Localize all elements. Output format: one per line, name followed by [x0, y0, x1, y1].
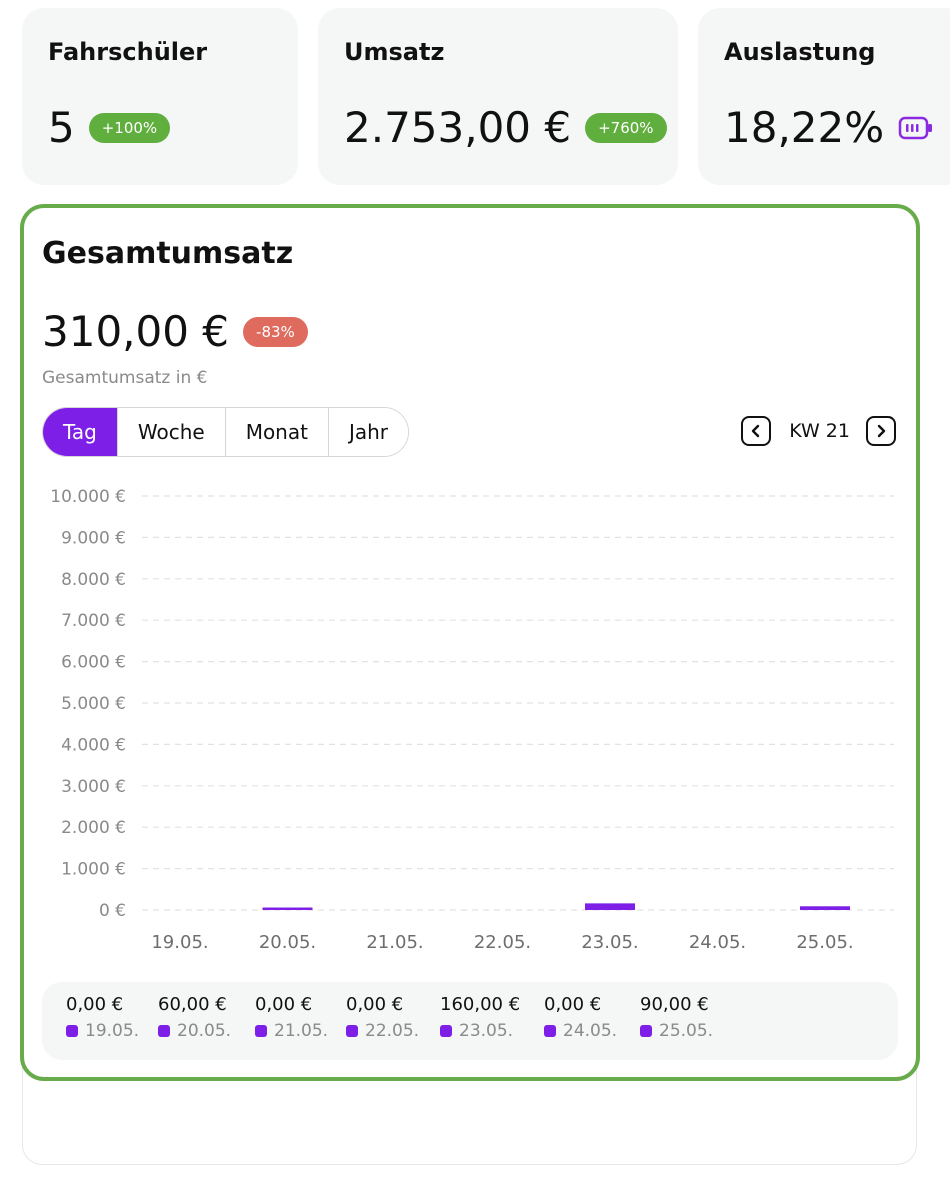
battery-icon	[898, 115, 934, 141]
y-tick-label: 5.000 €	[61, 694, 126, 714]
legend-item: 90,00 € 25.05.	[640, 994, 713, 1041]
legend-date-text: 25.05.	[659, 1021, 714, 1041]
bar-20.05.[interactable]	[262, 907, 313, 910]
week-label: KW 21	[789, 420, 850, 442]
legend-date: 23.05.	[440, 1021, 520, 1041]
legend-swatch	[544, 1025, 556, 1037]
legend-item: 60,00 € 20.05.	[158, 994, 231, 1041]
legend-date-text: 21.05.	[274, 1021, 329, 1041]
total-value: 310,00 €	[42, 307, 230, 356]
x-tick-label: 23.05.	[581, 932, 638, 953]
legend-date: 21.05.	[255, 1021, 328, 1041]
legend-value: 160,00 €	[440, 994, 521, 1015]
legend-item: 0,00 € 22.05.	[346, 994, 419, 1041]
stat-value: 2.753,00 €	[344, 103, 572, 152]
legend-item: 0,00 € 21.05.	[255, 994, 328, 1041]
bar-23.05.[interactable]	[585, 903, 635, 910]
y-tick-label: 1.000 €	[61, 860, 126, 880]
legend-value: 0,00 €	[544, 994, 602, 1015]
x-tick-label: 25.05.	[796, 932, 853, 953]
change-badge: +760%	[585, 113, 667, 143]
week-navigator: KW 21	[741, 416, 896, 446]
tab-week[interactable]: Woche	[116, 408, 225, 456]
chevron-right-icon	[877, 424, 886, 438]
y-tick-label: 3.000 €	[61, 777, 126, 797]
stat-value: 5	[48, 103, 75, 152]
y-tick-label: 8.000 €	[61, 570, 126, 590]
legend-date-text: 23.05.	[459, 1021, 514, 1041]
legend-value: 0,00 €	[255, 994, 313, 1015]
y-tick-label: 6.000 €	[61, 653, 126, 673]
revenue-bar-chart: 0 € 1.000 € 2.000 € 3.000 € 4.000 € 5.000 € 6.…	[50, 487, 894, 953]
x-tick-label: 24.05.	[689, 932, 746, 953]
legend-date: 22.05.	[346, 1021, 419, 1041]
legend-value: 90,00 €	[640, 994, 709, 1015]
stat-value: 18,22%	[724, 103, 885, 152]
x-tick-label: 19.05.	[151, 932, 208, 953]
legend-swatch	[255, 1025, 267, 1037]
next-week-button[interactable]	[866, 416, 896, 446]
legend-date: 25.05.	[640, 1021, 713, 1041]
legend-date-text: 24.05.	[563, 1021, 618, 1041]
stat-card-utilization: Auslastung 18,22%	[698, 8, 950, 185]
legend-swatch	[158, 1025, 170, 1037]
legend-swatch	[346, 1025, 358, 1037]
y-tick-label: 4.000 €	[61, 735, 126, 755]
y-tick-label: 7.000 €	[61, 611, 126, 631]
legend-swatch	[440, 1025, 452, 1037]
legend-value: 0,00 €	[66, 994, 124, 1015]
legend-date-text: 22.05.	[365, 1021, 420, 1041]
legend-date-text: 19.05.	[85, 1021, 140, 1041]
legend-item: 0,00 € 24.05.	[544, 994, 617, 1041]
x-tick-label: 20.05.	[259, 932, 316, 953]
period-segmented-control: Tag Woche Monat Jahr	[42, 407, 410, 457]
x-tick-label: 21.05.	[366, 932, 423, 953]
chevron-left-icon	[752, 424, 760, 438]
stat-title: Umsatz	[344, 38, 445, 66]
legend-date: 24.05.	[544, 1021, 617, 1041]
stat-card-students: Fahrschüler 5 +100%	[22, 8, 298, 185]
legend-date: 20.05.	[158, 1021, 231, 1041]
legend-date-text: 20.05.	[177, 1021, 232, 1041]
stat-card-revenue: Umsatz 2.753,00 € +760%	[318, 8, 678, 185]
legend-value: 60,00 €	[158, 994, 227, 1015]
legend-item: 0,00 € 19.05.	[66, 994, 139, 1041]
tab-year[interactable]: Jahr	[327, 408, 409, 456]
change-badge: +100%	[88, 113, 171, 143]
legend-item: 160,00 € 23.05.	[440, 994, 520, 1041]
card-subtitle: Gesamtumsatz in €	[42, 368, 208, 388]
stat-title: Fahrschüler	[48, 38, 208, 66]
legend-swatch	[640, 1025, 652, 1037]
y-tick-label: 0 €	[99, 901, 126, 921]
bar-25.05.[interactable]	[800, 906, 850, 910]
legend-date: 19.05.	[66, 1021, 139, 1041]
y-tick-label: 9.000 €	[61, 528, 126, 548]
card-title: Gesamtumsatz	[42, 236, 294, 271]
legend-value: 0,00 €	[346, 994, 404, 1015]
stat-title: Auslastung	[724, 38, 876, 66]
tab-day[interactable]: Tag	[43, 408, 117, 456]
total-revenue-card: Gesamtumsatz 310,00 € -83% Gesamtumsatz …	[20, 204, 920, 1081]
y-tick-label: 10.000 €	[50, 487, 126, 507]
x-tick-label: 22.05.	[474, 932, 531, 953]
tab-month[interactable]: Monat	[224, 408, 328, 456]
previous-week-button[interactable]	[741, 416, 772, 446]
legend-swatch	[66, 1025, 78, 1037]
y-tick-label: 2.000 €	[61, 818, 126, 838]
change-badge: -83%	[243, 317, 308, 347]
chart-legend: 0,00 €19.05. 60,00 €20.05. 0,00 €21.05. 0,0…	[42, 982, 898, 1060]
